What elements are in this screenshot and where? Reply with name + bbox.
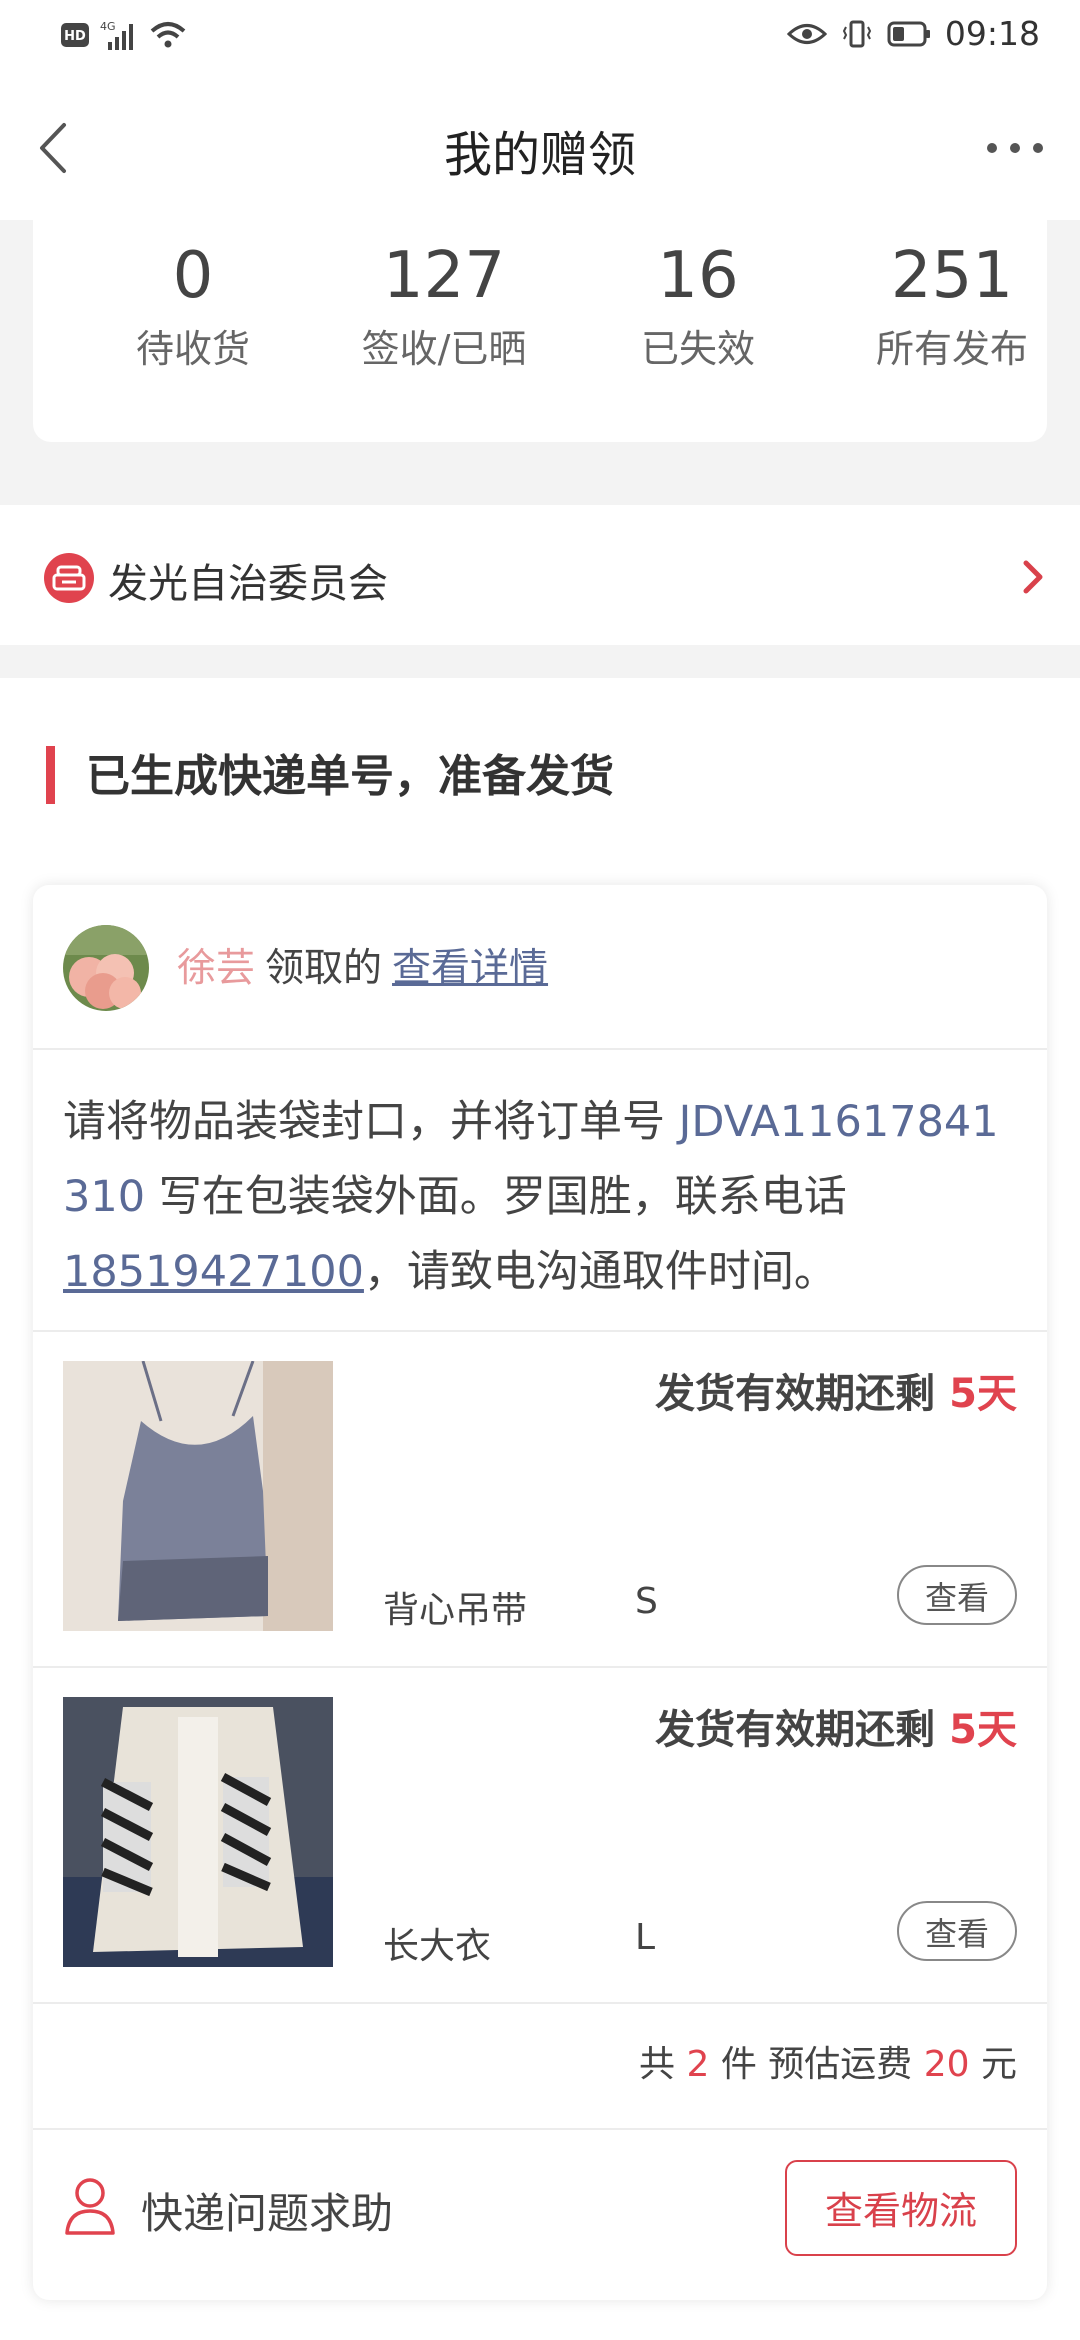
stat-label: 所有发布	[875, 326, 1028, 371]
stat-number: 16	[657, 239, 739, 313]
stat-expired[interactable]: 16 已失效	[578, 239, 818, 373]
org-label: 发光自治委员会	[108, 561, 388, 607]
stat-pending[interactable]: 0 待收货	[73, 239, 313, 373]
stats-card: 0 待收货 127 签收/已晒 16 已失效 251 所有发布	[33, 220, 1047, 442]
org-logo-icon	[44, 553, 94, 603]
shipping-deadline: 发货有效期还剩 5天	[655, 1697, 1017, 1755]
wifi-icon	[150, 22, 186, 48]
claimer-line: 徐芸 领取的 查看详情	[177, 937, 548, 993]
chevron-right-icon	[1023, 560, 1043, 594]
phone-link[interactable]: 18519427100	[63, 1247, 364, 1297]
hd-icon: HD	[61, 23, 89, 47]
org-row[interactable]: 发光自治委员会	[0, 505, 1080, 645]
item-image-long-coat[interactable]	[63, 1697, 333, 1967]
list-item: 发货有效期还剩 5天 长大衣 L 查看	[33, 1667, 1047, 2002]
divider	[33, 1048, 1047, 1050]
page-title: 我的赠领	[443, 127, 636, 183]
4g-signal-icon: 4G	[100, 20, 133, 50]
avatar[interactable]	[63, 925, 149, 1011]
view-details-link[interactable]: 查看详情	[392, 946, 548, 991]
section-accent-bar	[46, 746, 55, 804]
item-name: 背心吊带	[383, 1590, 528, 1631]
stat-number: 127	[382, 239, 506, 313]
shipping-instruction: 请将物品装袋封口，并将订单号 JDVA11617841310 写在包装袋外面。罗…	[63, 1085, 1023, 1310]
deadline-value: 5天	[949, 1707, 1017, 1753]
vibrate-icon	[842, 20, 872, 47]
svg-text:HD: HD	[64, 29, 86, 44]
summary-text: 件 预估运费	[709, 2044, 924, 2085]
more-icon[interactable]	[980, 123, 1050, 173]
item-image-tank-top[interactable]	[63, 1361, 333, 1631]
divider	[33, 2128, 1047, 2130]
svg-text:4G: 4G	[100, 20, 116, 33]
stat-signed[interactable]: 127 签收/已晒	[324, 239, 564, 373]
stat-all[interactable]: 251 所有发布	[832, 239, 1072, 373]
instruction-text: ，请致电沟通取件时间。	[363, 1247, 837, 1297]
order-card: 徐芸 领取的 查看详情 请将物品装袋封口，并将订单号 JDVA11617841310…	[33, 885, 1047, 2300]
item-count: 2	[686, 2044, 710, 2085]
eye-icon	[786, 23, 827, 44]
stat-number: 251	[890, 239, 1014, 313]
deadline-label: 发货有效期还剩	[655, 1707, 936, 1753]
shipping-deadline: 发货有效期还剩 5天	[655, 1361, 1017, 1419]
list-item: 发货有效期还剩 5天 背心吊带 S 查看	[33, 1331, 1047, 1666]
divider	[33, 2002, 1047, 2004]
status-bar: HD 4G 09:18	[0, 0, 1080, 75]
shipping-help-label[interactable]: 快递问题求助	[141, 2180, 393, 2241]
view-item-button[interactable]: 查看	[897, 1565, 1017, 1625]
section-title: 已生成快递单号，准备发货	[86, 751, 614, 802]
stat-label: 签收/已晒	[361, 326, 527, 371]
deadline-label: 发货有效期还剩	[655, 1371, 936, 1417]
status-left: HD 4G	[60, 18, 186, 52]
item-name: 长大衣	[383, 1926, 492, 1967]
track-shipment-button[interactable]: 查看物流	[785, 2160, 1017, 2256]
stat-label: 待收货	[135, 326, 250, 371]
instruction-text: 请将物品装袋封口，并将订单号	[63, 1097, 679, 1147]
claimer-action: 领取的	[265, 946, 383, 991]
nav-bar: 我的赠领	[0, 75, 1080, 220]
stat-number: 0	[172, 239, 214, 313]
shipping-fee: 20	[923, 2044, 970, 2085]
item-size: S	[635, 1581, 658, 1622]
stat-label: 已失效	[640, 326, 755, 371]
user-help-icon[interactable]	[63, 2175, 117, 2237]
item-size: L	[635, 1917, 656, 1958]
instruction-text: 写在包装袋外面。罗国胜，联系电话	[145, 1172, 847, 1222]
battery-icon	[887, 21, 930, 46]
summary-text: 共	[639, 2044, 687, 2085]
status-right: 09:18	[786, 14, 1040, 53]
claimer-name[interactable]: 徐芸	[177, 946, 255, 991]
deadline-value: 5天	[949, 1371, 1017, 1417]
order-summary: 共 2 件 预估运费 20 元	[639, 2035, 1017, 2087]
view-item-button[interactable]: 查看	[897, 1901, 1017, 1961]
summary-text: 元	[969, 2044, 1017, 2085]
status-time: 09:18	[944, 14, 1040, 53]
